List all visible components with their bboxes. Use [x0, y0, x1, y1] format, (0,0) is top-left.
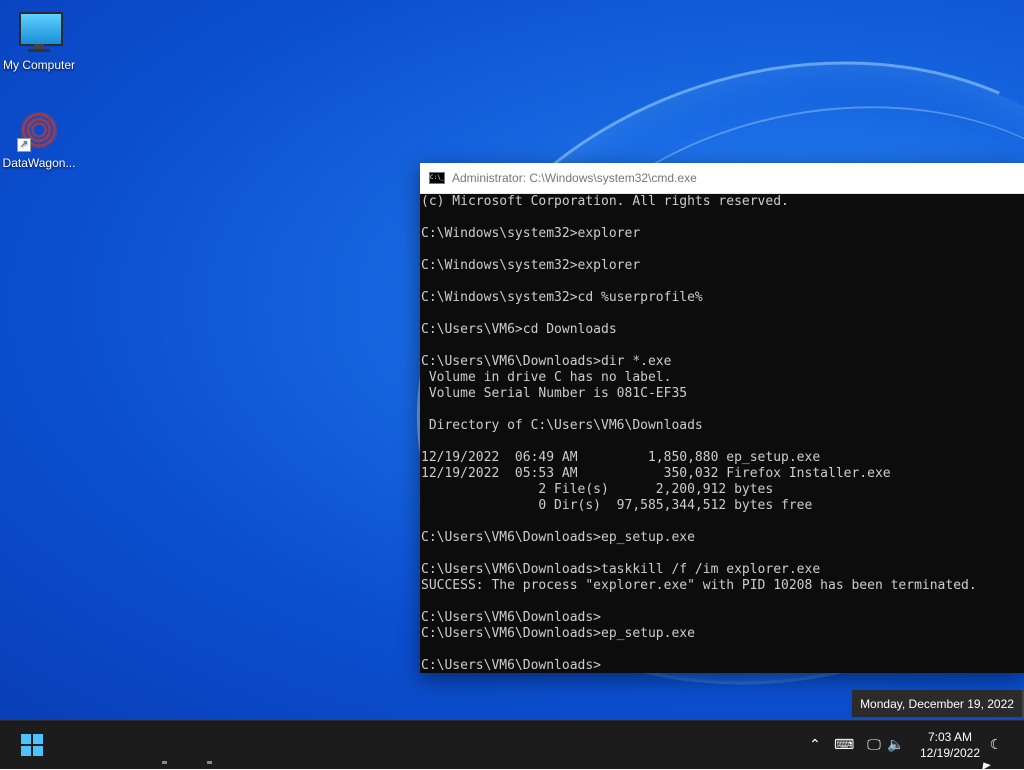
- cmd-window[interactable]: C:\_ Administrator: C:\Windows\system32\…: [420, 163, 1024, 673]
- console-line: C:\Users\VM6\Downloads>ep_setup.exe: [421, 626, 695, 641]
- monitor-icon: [17, 10, 63, 54]
- desktop: My Computer ↗ DataWagon... C:\_ Administ…: [0, 0, 1024, 720]
- taskbar-indicator: [207, 761, 212, 764]
- cmd-window-title: Administrator: C:\Windows\system32\cmd.e…: [452, 171, 697, 185]
- console-line: 12/19/2022 05:53 AM 350,032 Firefox Inst…: [421, 466, 891, 481]
- console-line: C:\Windows\system32>explorer: [421, 226, 641, 241]
- shortcut-arrow-icon: ↗: [17, 138, 31, 152]
- desktop-icon-my-computer[interactable]: My Computer: [0, 10, 78, 72]
- console-line: 2 File(s) 2,200,912 bytes: [421, 482, 774, 497]
- chevron-up-icon[interactable]: ⌃: [805, 735, 825, 755]
- console-line: SUCCESS: The process "explorer.exe" with…: [421, 578, 977, 593]
- desktop-icon-label: DataWagon...: [2, 156, 76, 170]
- volume-icon[interactable]: 🔈: [886, 735, 906, 755]
- datawagon-icon: ↗: [17, 108, 61, 152]
- date-tooltip: Monday, December 19, 2022: [851, 689, 1023, 718]
- notification-moon-icon[interactable]: ☾: [986, 735, 1006, 755]
- console-line: C:\Users\VM6\Downloads>: [421, 658, 602, 673]
- keyboard-icon[interactable]: ⌨: [834, 735, 854, 755]
- taskbar-indicator: [162, 761, 167, 764]
- console-line: (c) Microsoft Corporation. All rights re…: [421, 194, 789, 209]
- windows-logo-icon: [21, 734, 43, 756]
- console-line: C:\Users\VM6\Downloads>dir *.exe: [421, 354, 672, 369]
- start-button[interactable]: [14, 729, 50, 761]
- console-line: 0 Dir(s) 97,585,344,512 bytes free: [421, 498, 813, 513]
- console-line: Volume Serial Number is 081C-EF35: [421, 386, 688, 401]
- console-line: C:\Windows\system32>cd %userprofile%: [421, 290, 703, 305]
- console-line: C:\Users\VM6\Downloads>taskkill /f /im e…: [421, 562, 821, 577]
- taskbar: ⌃ ⌨ 🖵 🔈 7:03 AM 12/19/2022 ☾: [0, 720, 1024, 769]
- console-line: C:\Users\VM6>cd Downloads: [421, 322, 617, 337]
- console-line: Volume in drive C has no label.: [421, 370, 672, 385]
- console-line: C:\Users\VM6\Downloads>ep_setup.exe: [421, 530, 695, 545]
- cmd-titlebar[interactable]: C:\_ Administrator: C:\Windows\system32\…: [420, 163, 1024, 194]
- network-icon[interactable]: 🖵: [864, 735, 884, 755]
- clock-date: 12/19/2022: [919, 746, 981, 760]
- desktop-icon-datawagon[interactable]: ↗ DataWagon...: [0, 108, 78, 170]
- console-line: 12/19/2022 06:49 AM 1,850,880 ep_setup.e…: [421, 450, 821, 465]
- console-line: Directory of C:\Users\VM6\Downloads: [421, 418, 703, 433]
- cmd-app-icon: C:\_: [429, 172, 445, 184]
- console-line: C:\Users\VM6\Downloads>: [421, 610, 602, 625]
- console-line: C:\Windows\system32>explorer: [421, 258, 641, 273]
- desktop-icon-label: My Computer: [2, 58, 76, 72]
- taskbar-clock[interactable]: 7:03 AM 12/19/2022: [914, 724, 986, 766]
- clock-time: 7:03 AM: [927, 730, 973, 744]
- cmd-console-output[interactable]: (c) Microsoft Corporation. All rights re…: [420, 194, 1024, 674]
